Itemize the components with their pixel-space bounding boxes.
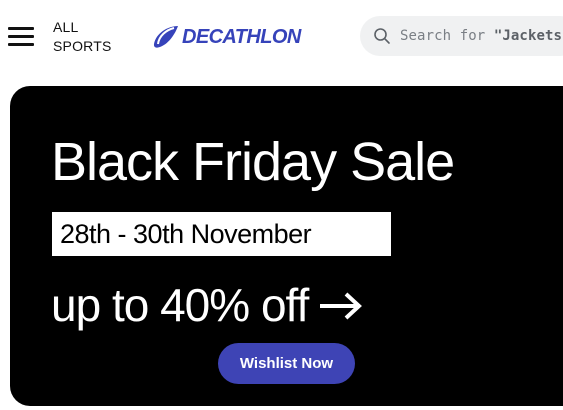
black-friday-banner[interactable]: Black Friday Sale 28th - 30th November u… [10,86,563,406]
all-sports-link[interactable]: ALL SPORTS [53,18,113,56]
all-sports-line1: ALL [53,19,79,35]
banner-headline: Black Friday Sale [51,132,455,192]
site-header: ALL SPORTS DECATHLON Search for "Jackets… [0,0,563,76]
menu-bar [8,43,34,46]
logo-text: DECATHLON [182,25,301,48]
wishlist-now-button[interactable]: Wishlist Now [218,343,355,384]
offer-text: up to 40% off [51,279,309,331]
menu-bar [8,27,34,30]
search-term: "Jackets" [493,28,563,44]
search-prefix: Search for [400,28,494,44]
search-placeholder: Search for "Jackets"| [400,28,563,44]
banner-dates: 28th - 30th November [60,218,312,249]
menu-bar [8,35,34,38]
decathlon-logo[interactable]: DECATHLON [152,24,301,50]
banner-date-box: 28th - 30th November [52,212,391,256]
search-bar[interactable]: Search for "Jackets"| [360,16,563,56]
decathlon-logo-icon [153,26,178,48]
hamburger-menu-icon[interactable] [6,24,36,48]
banner-offer: up to 40% off [51,280,364,330]
right-arrow-icon [320,292,363,320]
all-sports-line2: SPORTS [53,38,112,54]
search-icon [374,28,390,44]
